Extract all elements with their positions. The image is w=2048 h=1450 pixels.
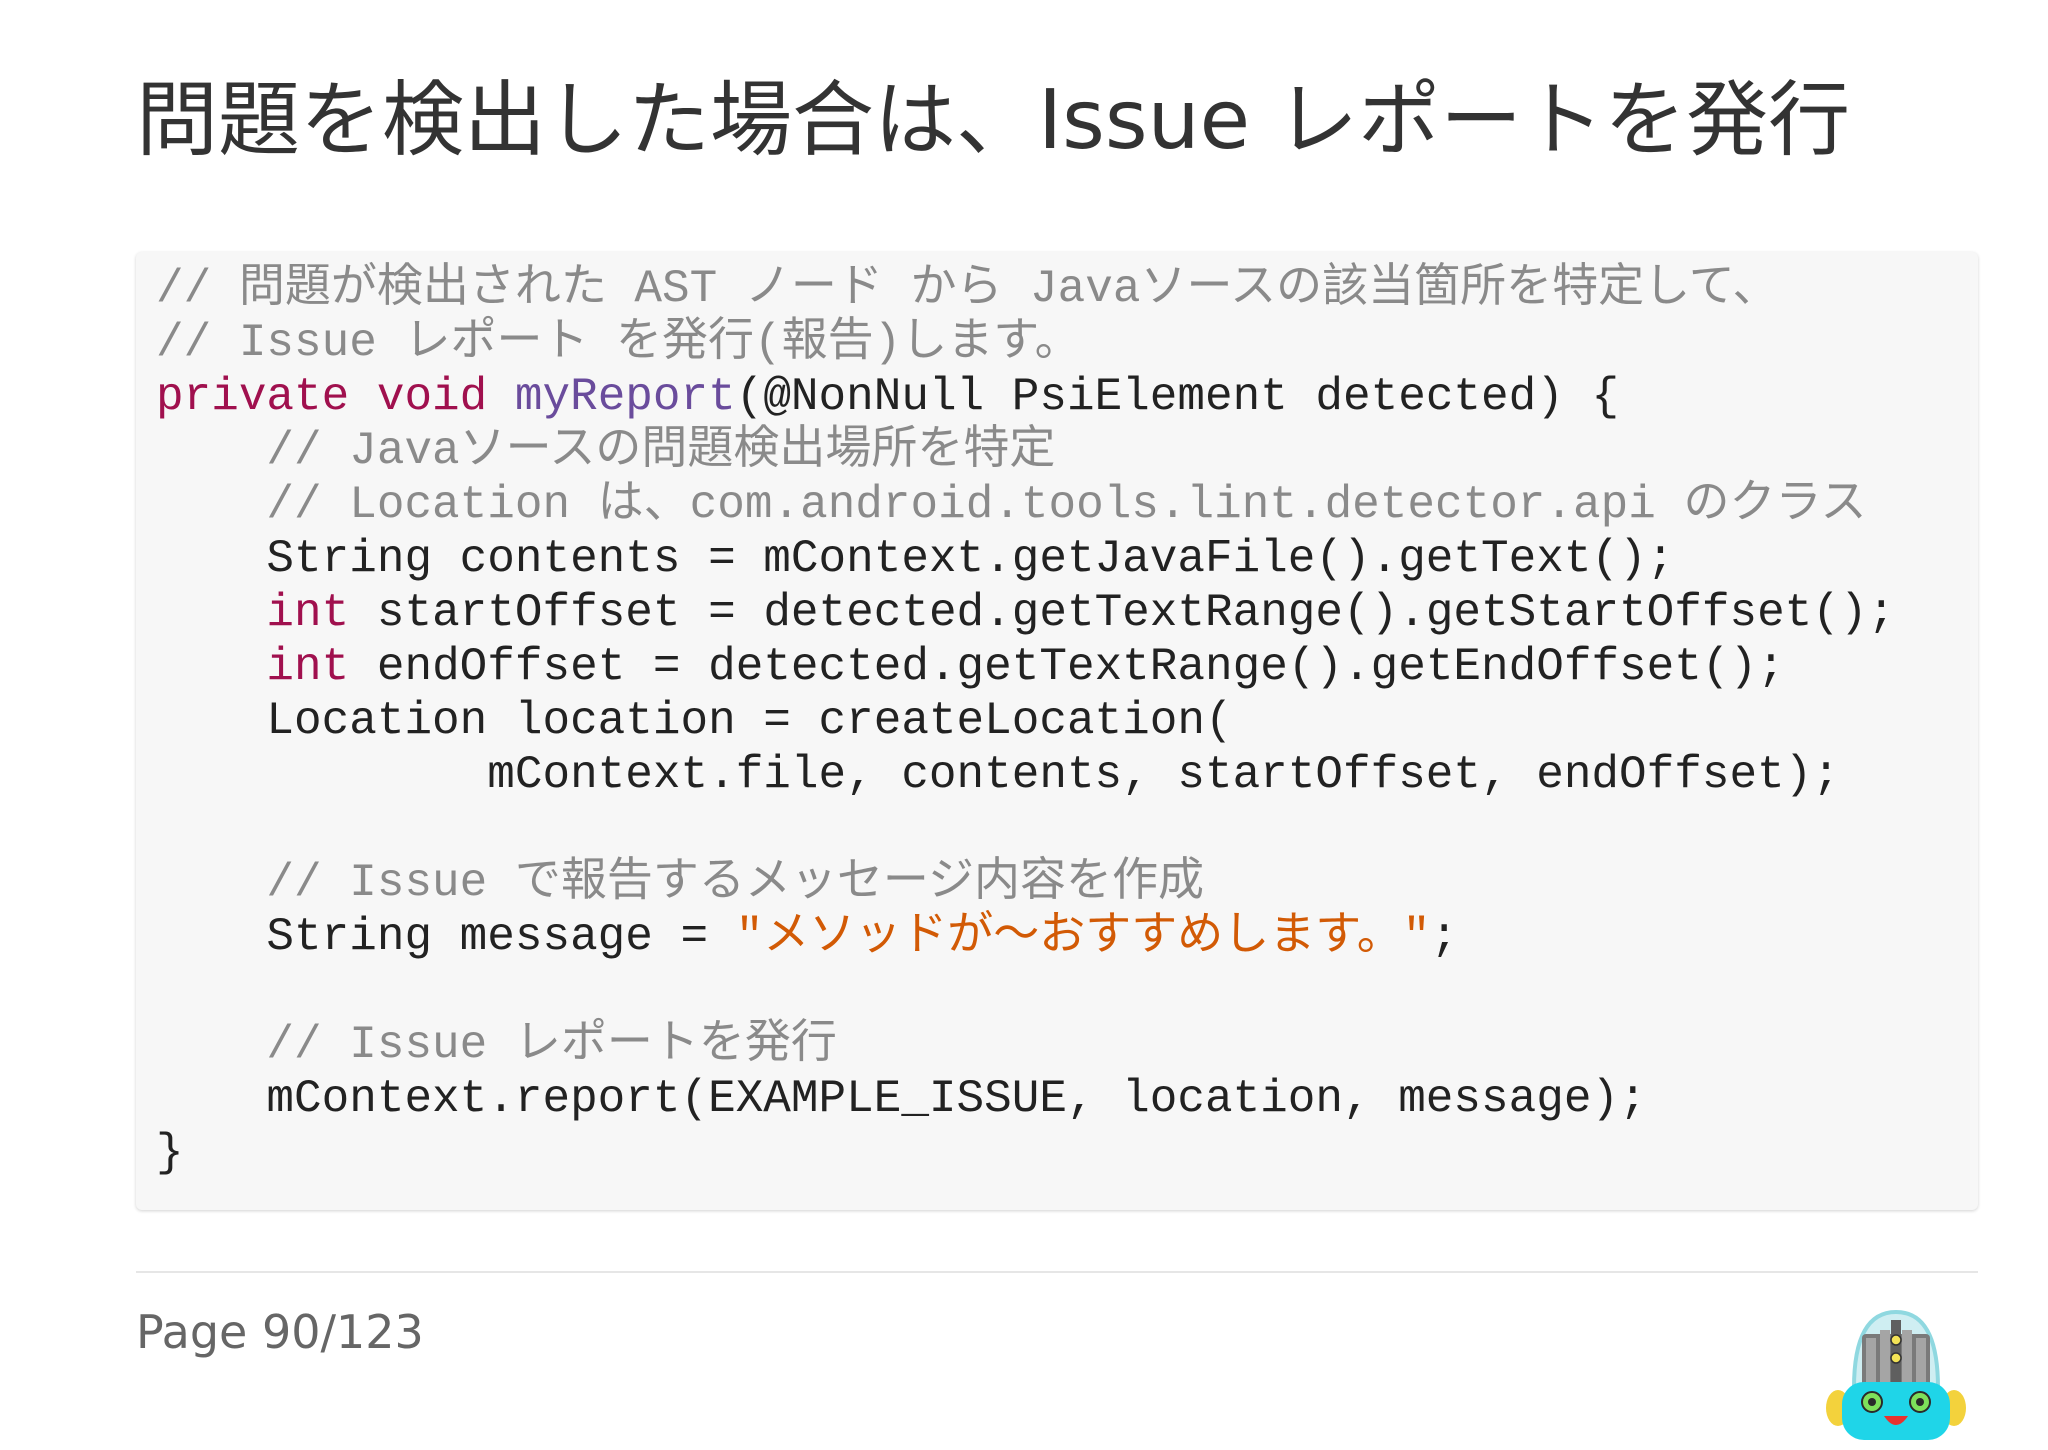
code-line: int startOffset = detected.getTextRange(… — [156, 586, 1895, 640]
code-token-plain: endOffset = detected.getTextRange().getE… — [349, 641, 1785, 693]
code-token-plain: } — [156, 1127, 184, 1179]
code-token-comment: // Javaソースの問題検出場所を特定 — [266, 425, 1056, 477]
code-token-func: myReport — [514, 371, 736, 423]
code-line: // 問題が検出された AST ノード から Javaソースの該当箇所を特定して… — [156, 262, 1895, 316]
code-token-keyword: void — [376, 371, 488, 423]
code-token-plain: String message = — [156, 911, 736, 963]
slide-title: 問題を検出した場合は、Issue レポートを発行 — [136, 73, 1851, 168]
code-token-plain: mContext.report(EXAMPLE_ISSUE, location,… — [156, 1073, 1647, 1125]
code-token-plain: String contents = mContext.getJavaFile()… — [156, 533, 1675, 585]
code-line: // Issue で報告するメッセージ内容を作成 — [156, 856, 1895, 910]
code-token-keyword: private — [156, 371, 350, 423]
code-line: // Location は、com.android.tools.lint.det… — [156, 478, 1895, 532]
code-line: mContext.report(EXAMPLE_ISSUE, location,… — [156, 1072, 1895, 1126]
code-line: String message = "メソッドが〜おすすめします。"; — [156, 910, 1895, 964]
code-token-keyword: int — [266, 641, 350, 693]
android-robot-mascot-icon — [1816, 1296, 1976, 1446]
code-token-plain: Location location = createLocation( — [156, 695, 1233, 747]
footer-divider — [136, 1271, 1978, 1273]
code-token-string: "メソッドが〜おすすめします。" — [735, 911, 1431, 963]
code-line: Location location = createLocation( — [156, 694, 1895, 748]
code-line: // Issue レポート を発行(報告)します。 — [156, 316, 1895, 370]
code-token-comment: // 問題が検出された AST ノード から Javaソースの該当箇所を特定して… — [156, 263, 1779, 315]
code-token-comment: // Issue レポート を発行(報告)します。 — [156, 317, 1081, 369]
code-token-keyword: int — [266, 587, 350, 639]
code-token-comment: // Issue で報告するメッセージ内容を作成 — [266, 857, 1204, 909]
code-line: } — [156, 1126, 1895, 1180]
code-token-comment: // Issue レポートを発行 — [266, 1019, 837, 1071]
code-line: private void myReport(@NonNull PsiElemen… — [156, 370, 1895, 424]
code-token-plain: (@NonNull PsiElement detected) { — [735, 371, 1620, 423]
page-number: Page 90/123 — [136, 1305, 424, 1359]
code-token-comment: // Location は、com.android.tools.lint.det… — [266, 479, 1867, 531]
code-line: mContext.file, contents, startOffset, en… — [156, 748, 1895, 802]
code-line: int endOffset = detected.getTextRange().… — [156, 640, 1895, 694]
code-token-plain: startOffset = detected.getTextRange().ge… — [349, 587, 1896, 639]
code-block: // 問題が検出された AST ノード から Javaソースの該当箇所を特定して… — [136, 252, 1978, 1210]
code-line: String contents = mContext.getJavaFile()… — [156, 532, 1895, 586]
code-token-plain: mContext.file, contents, startOffset, en… — [156, 749, 1840, 801]
code-line: // Javaソースの問題検出場所を特定 — [156, 424, 1895, 478]
code-listing: // 問題が検出された AST ノード から Javaソースの該当箇所を特定して… — [156, 262, 1895, 1180]
code-line: // Issue レポートを発行 — [156, 1018, 1895, 1072]
code-token-plain: ; — [1430, 911, 1458, 963]
